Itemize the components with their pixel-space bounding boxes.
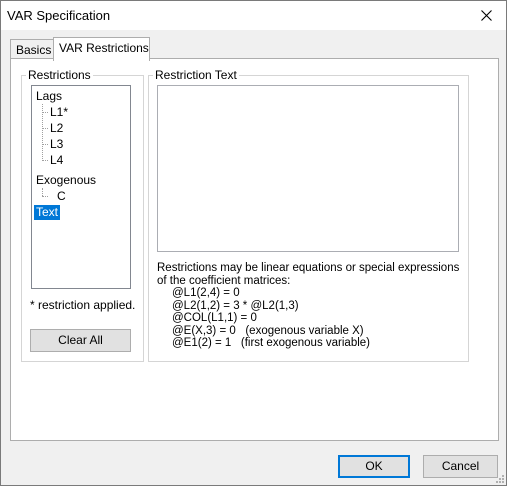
help-example: @E1(2) = 1 (first exogenous variable) (172, 337, 370, 349)
help-example: @L1(2,4) = 0 (172, 287, 240, 299)
tree-item-l3[interactable]: L3 (50, 137, 63, 152)
tree-connector (42, 144, 48, 145)
restrictions-legend: Restrictions (26, 68, 93, 82)
tree-item-l2[interactable]: L2 (50, 121, 63, 136)
tab-basics[interactable]: Basics (10, 39, 54, 59)
restrictions-tree[interactable]: Lags L1* L2 L3 L4 Exogenous C Text (31, 85, 131, 289)
tree-item-text[interactable]: Text (34, 205, 61, 220)
tree-item-exogenous[interactable]: Exogenous (36, 173, 96, 188)
tab-var-restrictions[interactable]: VAR Restrictions (53, 37, 150, 61)
window-title: VAR Specification (7, 8, 111, 23)
clear-all-button[interactable]: Clear All (30, 329, 131, 352)
var-restrictions-panel: Restrictions Lags L1* L2 L3 L4 Exogenous… (10, 58, 499, 441)
resize-grip-icon[interactable] (494, 473, 504, 483)
tree-item-l4[interactable]: L4 (50, 153, 63, 168)
restriction-applied-note: * restriction applied. (30, 298, 136, 312)
tree-connector (42, 112, 48, 113)
help-example: @COL(L1,1) = 0 (172, 312, 257, 324)
help-intro-line: Restrictions may be linear equations or … (157, 262, 460, 274)
var-specification-dialog: VAR Specification Basics VAR Restriction… (0, 0, 507, 486)
tree-item-lags[interactable]: Lags (36, 89, 62, 104)
ok-button[interactable]: OK (338, 455, 410, 478)
help-example: @E(X,3) = 0 (exogenous variable X) (172, 324, 364, 337)
close-icon (480, 10, 492, 21)
tree-item-l1[interactable]: L1* (50, 105, 68, 120)
tree-connector (42, 188, 43, 196)
tree-connector (42, 160, 48, 161)
restriction-text-legend: Restriction Text (153, 68, 239, 82)
restriction-text-input[interactable] (157, 85, 459, 252)
tree-connector (42, 128, 48, 129)
restriction-help: Restrictions may be linear equations or … (157, 262, 459, 350)
cancel-button[interactable]: Cancel (423, 455, 498, 478)
help-example: @L2(1,2) = 3 * @L2(1,3) (172, 299, 299, 312)
close-button[interactable] (466, 1, 506, 30)
tree-connector (42, 196, 48, 197)
help-intro-line: of the coefficient matrices: (157, 274, 291, 287)
tree-item-c[interactable]: C (57, 189, 66, 204)
title-bar: VAR Specification (1, 1, 506, 30)
